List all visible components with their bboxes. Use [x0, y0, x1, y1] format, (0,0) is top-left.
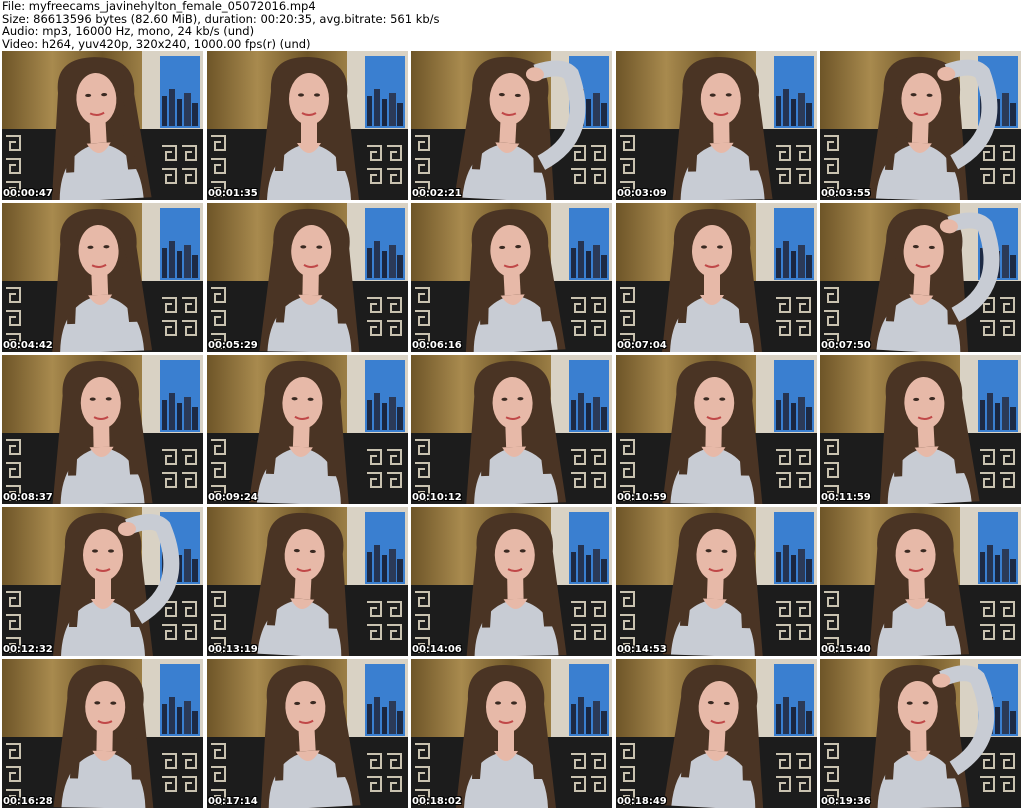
video-thumbnail: 00:02:21 [411, 51, 612, 200]
video-thumbnail: 00:10:12 [411, 355, 612, 504]
webcam-frame-image [820, 507, 1021, 656]
video-thumbnail: 00:11:59 [820, 355, 1021, 504]
webcam-frame-image [411, 507, 612, 656]
video-thumbnail: 00:06:16 [411, 203, 612, 352]
video-thumbnail: 00:04:42 [2, 203, 203, 352]
thumbnail-timestamp: 00:18:02 [412, 796, 462, 807]
thumbnail-timestamp: 00:18:49 [617, 796, 667, 807]
file-info-header: File: myfreecams_javinehylton_female_050… [2, 0, 440, 50]
video-thumbnail: 00:07:50 [820, 203, 1021, 352]
thumbnail-timestamp: 00:14:53 [617, 644, 667, 655]
video-thumbnail: 00:14:06 [411, 507, 612, 656]
thumbnail-timestamp: 00:01:35 [208, 188, 258, 199]
thumbnail-timestamp: 00:06:16 [412, 340, 462, 351]
thumbnail-timestamp: 00:10:59 [617, 492, 667, 503]
webcam-frame-image [820, 51, 1021, 200]
video-thumbnail: 00:18:02 [411, 659, 612, 808]
video-thumbnail: 00:01:35 [207, 51, 408, 200]
webcam-frame-image [411, 355, 612, 504]
thumbnail-timestamp: 00:14:06 [412, 644, 462, 655]
audio-line: Audio: mp3, 16000 Hz, mono, 24 kb/s (und… [2, 24, 255, 39]
video-thumbnail: 00:08:37 [2, 355, 203, 504]
webcam-frame-image [820, 203, 1021, 352]
thumbnail-timestamp: 00:03:09 [617, 188, 667, 199]
video-thumbnail: 00:14:53 [616, 507, 817, 656]
thumbnail-timestamp: 00:02:21 [412, 188, 462, 199]
thumbnail-timestamp: 00:12:32 [3, 644, 53, 655]
webcam-frame-image [411, 203, 612, 352]
thumbnail-timestamp: 00:00:47 [3, 188, 53, 199]
webcam-frame-image [616, 355, 817, 504]
thumbnail-grid: 00:00:47 00:01:35 00:02:21 00:03:09 00:0… [2, 51, 1023, 809]
video-thumbnail: 00:19:36 [820, 659, 1021, 808]
webcam-frame-image [207, 51, 408, 200]
video-thumbnail: 00:10:59 [616, 355, 817, 504]
webcam-frame-image [2, 51, 203, 200]
thumbnail-timestamp: 00:07:04 [617, 340, 667, 351]
webcam-frame-image [411, 659, 612, 808]
video-thumbnail: 00:00:47 [2, 51, 203, 200]
thumbnail-timestamp: 00:11:59 [821, 492, 871, 503]
webcam-frame-image [820, 659, 1021, 808]
video-thumbnail: 00:12:32 [2, 507, 203, 656]
video-thumbnail: 00:15:40 [820, 507, 1021, 656]
thumbnail-timestamp: 00:15:40 [821, 644, 871, 655]
webcam-frame-image [616, 51, 817, 200]
webcam-frame-image [207, 659, 408, 808]
thumbnail-timestamp: 00:08:37 [3, 492, 53, 503]
webcam-frame-image [616, 203, 817, 352]
video-line: Video: h264, yuv420p, 320x240, 1000.00 f… [2, 36, 311, 51]
thumbnail-timestamp: 00:19:36 [821, 796, 871, 807]
thumbnail-timestamp: 00:03:55 [821, 188, 871, 199]
thumbnail-timestamp: 00:10:12 [412, 492, 462, 503]
webcam-frame-image [616, 507, 817, 656]
thumbnail-timestamp: 00:17:14 [208, 796, 258, 807]
webcam-frame-image [411, 51, 612, 200]
thumbnail-timestamp: 00:09:24 [208, 492, 258, 503]
webcam-frame-image [2, 355, 203, 504]
video-thumbnail: 00:17:14 [207, 659, 408, 808]
webcam-frame-image [207, 203, 408, 352]
webcam-frame-image [207, 507, 408, 656]
video-thumbnail: 00:03:55 [820, 51, 1021, 200]
webcam-frame-image [820, 355, 1021, 504]
video-thumbnail: 00:16:28 [2, 659, 203, 808]
webcam-frame-image [2, 507, 203, 656]
webcam-frame-image [616, 659, 817, 808]
video-thumbnail: 00:07:04 [616, 203, 817, 352]
video-thumbnail: 00:13:19 [207, 507, 408, 656]
file-name-line: File: myfreecams_javinehylton_female_050… [2, 0, 316, 13]
video-thumbnail: 00:09:24 [207, 355, 408, 504]
video-thumbnail: 00:05:29 [207, 203, 408, 352]
webcam-frame-image [207, 355, 408, 504]
thumbnail-timestamp: 00:16:28 [3, 796, 53, 807]
thumbnail-timestamp: 00:05:29 [208, 340, 258, 351]
thumbnail-timestamp: 00:07:50 [821, 340, 871, 351]
webcam-frame-image [2, 203, 203, 352]
video-thumbnail: 00:03:09 [616, 51, 817, 200]
webcam-frame-image [2, 659, 203, 808]
video-thumbnail: 00:18:49 [616, 659, 817, 808]
thumbnail-timestamp: 00:04:42 [3, 340, 53, 351]
thumbnail-timestamp: 00:13:19 [208, 644, 258, 655]
